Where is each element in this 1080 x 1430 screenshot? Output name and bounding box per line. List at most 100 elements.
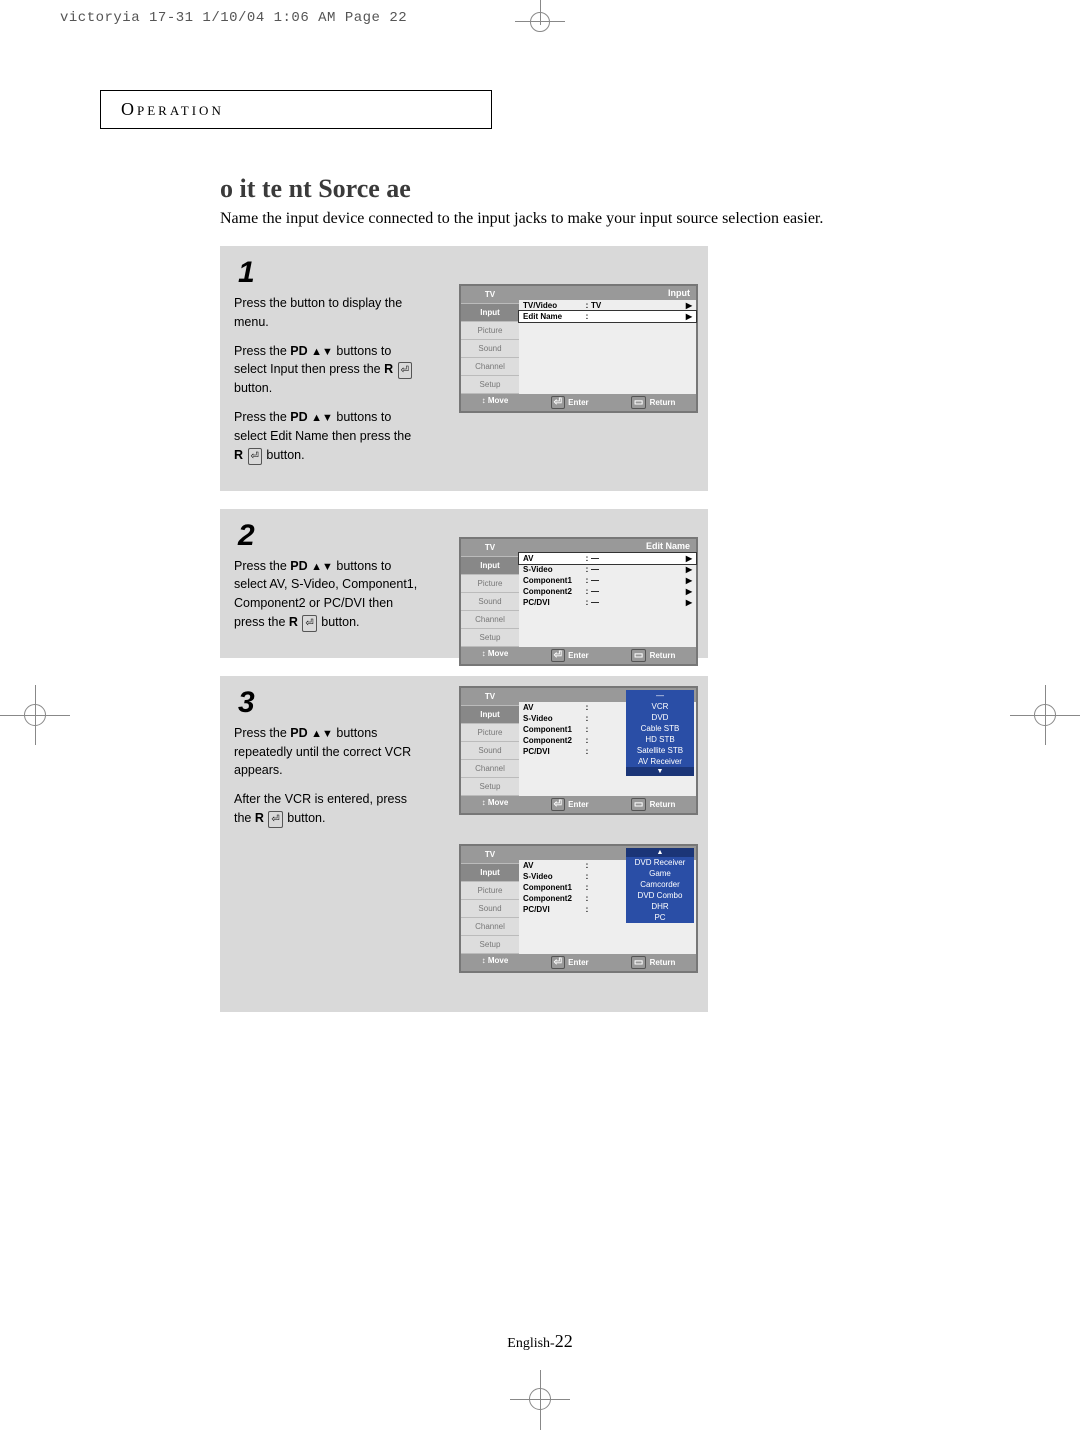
osd-row-value: —	[591, 598, 680, 607]
osd-tab: Channel	[461, 611, 519, 629]
osd-body: Edit NameAV:—▶S-Video:—▶Component1:—▶Com…	[519, 539, 696, 647]
osd-tab: TV	[461, 539, 519, 557]
osd-row-label: Component1	[523, 883, 583, 892]
osd-row-label: Component2	[523, 894, 583, 903]
osd-tab: TV	[461, 846, 519, 864]
osd-row: TV/Video:TV▶	[519, 300, 696, 311]
step-number: 1	[238, 256, 694, 290]
step-paragraph: Press the PD ▲▼ buttons to select AV, S-…	[234, 557, 419, 632]
osd-row-value	[591, 312, 680, 321]
footer-page-number: 22	[555, 1331, 573, 1351]
osd-row-label: AV	[523, 703, 583, 712]
osd-tab: Channel	[461, 918, 519, 936]
osd-body: Edit NameAV:S-Video:Component1:Component…	[519, 688, 696, 796]
osd-tab: Sound	[461, 340, 519, 358]
osd-move-hint: ↕ Move	[482, 649, 509, 662]
osd-tab: Setup	[461, 778, 519, 796]
step-text: Press the button to display the menu. Pre…	[234, 294, 419, 465]
osd-row-label: Edit Name	[523, 312, 583, 321]
osd-row-label: PC/DVI	[523, 747, 583, 756]
osd-tab-column: TVInputPictureSoundChannelSetup	[461, 286, 519, 394]
osd-row-label: Component2	[523, 736, 583, 745]
osd-move-hint: ↕ Move	[482, 956, 509, 969]
osd-device-option: DVD	[626, 712, 694, 723]
chevron-right-icon: ▶	[680, 554, 692, 563]
osd-row-label: PC/DVI	[523, 905, 583, 914]
crop-mark-top	[515, 0, 565, 50]
osd-row: S-Video:—▶	[519, 564, 696, 575]
osd-body: InputTV/Video:TV▶Edit Name:▶	[519, 286, 696, 394]
chevron-right-icon: ▶	[680, 301, 692, 310]
osd-row-label: TV/Video	[523, 301, 583, 310]
osd-row-label: PC/DVI	[523, 598, 583, 607]
osd-tab: Setup	[461, 629, 519, 647]
osd-row-value: —	[591, 565, 680, 574]
osd-row: Component2:—▶	[519, 586, 696, 597]
step-block: 3Press the PD ▲▼ buttons repeatedly unti…	[220, 676, 708, 1012]
step-paragraph: Press the button to display the menu.	[234, 294, 419, 332]
osd-tab: Channel	[461, 760, 519, 778]
osd-tab: Channel	[461, 358, 519, 376]
osd-panel: TVInputPictureSoundChannelSetupEdit Name…	[461, 688, 696, 813]
osd-device-list: ▲DVD ReceiverGameCamcorderDVD ComboDHRPC	[626, 848, 694, 923]
osd-row-value: —	[591, 587, 680, 596]
crop-mark-left	[0, 685, 70, 745]
osd-device-option: VCR	[626, 701, 694, 712]
osd-return-hint: ▭ Return	[630, 396, 675, 409]
osd-device-option: PC	[626, 912, 694, 923]
crop-mark-right	[1010, 685, 1080, 745]
osd-tab: TV	[461, 286, 519, 304]
print-slug: victoryia 17-31 1/10/04 1:06 AM Page 22	[60, 10, 407, 26]
osd-tab: Picture	[461, 724, 519, 742]
chevron-right-icon: ▶	[680, 598, 692, 607]
chevron-right-icon: ▶	[680, 565, 692, 574]
osd-row-label: S-Video	[523, 872, 583, 881]
osd-enter-hint: ⏎ Enter	[550, 956, 589, 969]
osd-device-option: DHR	[626, 901, 694, 912]
page-headline: o it te nt Sorce ae	[220, 174, 980, 204]
osd-tab: Setup	[461, 376, 519, 394]
osd-enter-hint: ⏎ Enter	[550, 649, 589, 662]
step-paragraph: After the VCR is entered, press the R ⏎ …	[234, 790, 419, 828]
osd-tab-column: TVInputPictureSoundChannelSetup	[461, 846, 519, 954]
osd-tab: Picture	[461, 882, 519, 900]
osd-tab: TV	[461, 688, 519, 706]
osd-tab: Setup	[461, 936, 519, 954]
osd-row-label: AV	[523, 554, 583, 563]
osd-device-option: Game	[626, 868, 694, 879]
intro-text: Name the input device connected to the i…	[220, 210, 980, 228]
osd-enter-hint: ⏎ Enter	[550, 396, 589, 409]
chevron-right-icon: ▶	[680, 576, 692, 585]
osd-footer: ↕ Move ⏎ Enter ▭ Return	[461, 394, 696, 411]
step-text: Press the PD ▲▼ buttons repeatedly until…	[234, 724, 419, 828]
osd-tab: Sound	[461, 742, 519, 760]
osd-return-hint: ▭ Return	[630, 649, 675, 662]
osd-device-option: Camcorder	[626, 879, 694, 890]
step-paragraph: Press the PD ▲▼ buttons to select Edit N…	[234, 408, 419, 465]
osd-move-hint: ↕ Move	[482, 396, 509, 409]
osd-row: PC/DVI:—▶	[519, 597, 696, 608]
osd-footer: ↕ Move⏎ Enter▭ Return	[461, 954, 696, 971]
osd-device-option: ▼	[626, 767, 694, 776]
osd-titlebar: Input	[519, 286, 696, 300]
chevron-right-icon: ▶	[680, 587, 692, 596]
osd-row: Component1:—▶	[519, 575, 696, 586]
osd-device-option: HD STB	[626, 734, 694, 745]
osd-tab: Sound	[461, 900, 519, 918]
step-paragraph: Press the PD ▲▼ buttons to select Input …	[234, 342, 419, 399]
osd-row-value: —	[591, 576, 680, 585]
osd-row-value: —	[591, 554, 680, 563]
osd-row: Edit Name:▶	[519, 311, 696, 322]
osd-row-label: S-Video	[523, 714, 583, 723]
osd-move-hint: ↕ Move	[482, 798, 509, 811]
osd-panel: TVInputPictureSoundChannelSetupEdit Name…	[461, 846, 696, 971]
osd-device-option: DVD Combo	[626, 890, 694, 901]
osd-device-list: —VCRDVDCable STBHD STBSatellite STBAV Re…	[626, 690, 694, 776]
osd-row-value: TV	[591, 301, 680, 310]
osd-device-option: ▲	[626, 848, 694, 857]
osd-device-option: DVD Receiver	[626, 857, 694, 868]
osd-device-option: Cable STB	[626, 723, 694, 734]
osd-tab: Input	[461, 557, 519, 575]
osd-tab: Input	[461, 864, 519, 882]
osd-device-option: —	[626, 690, 694, 701]
